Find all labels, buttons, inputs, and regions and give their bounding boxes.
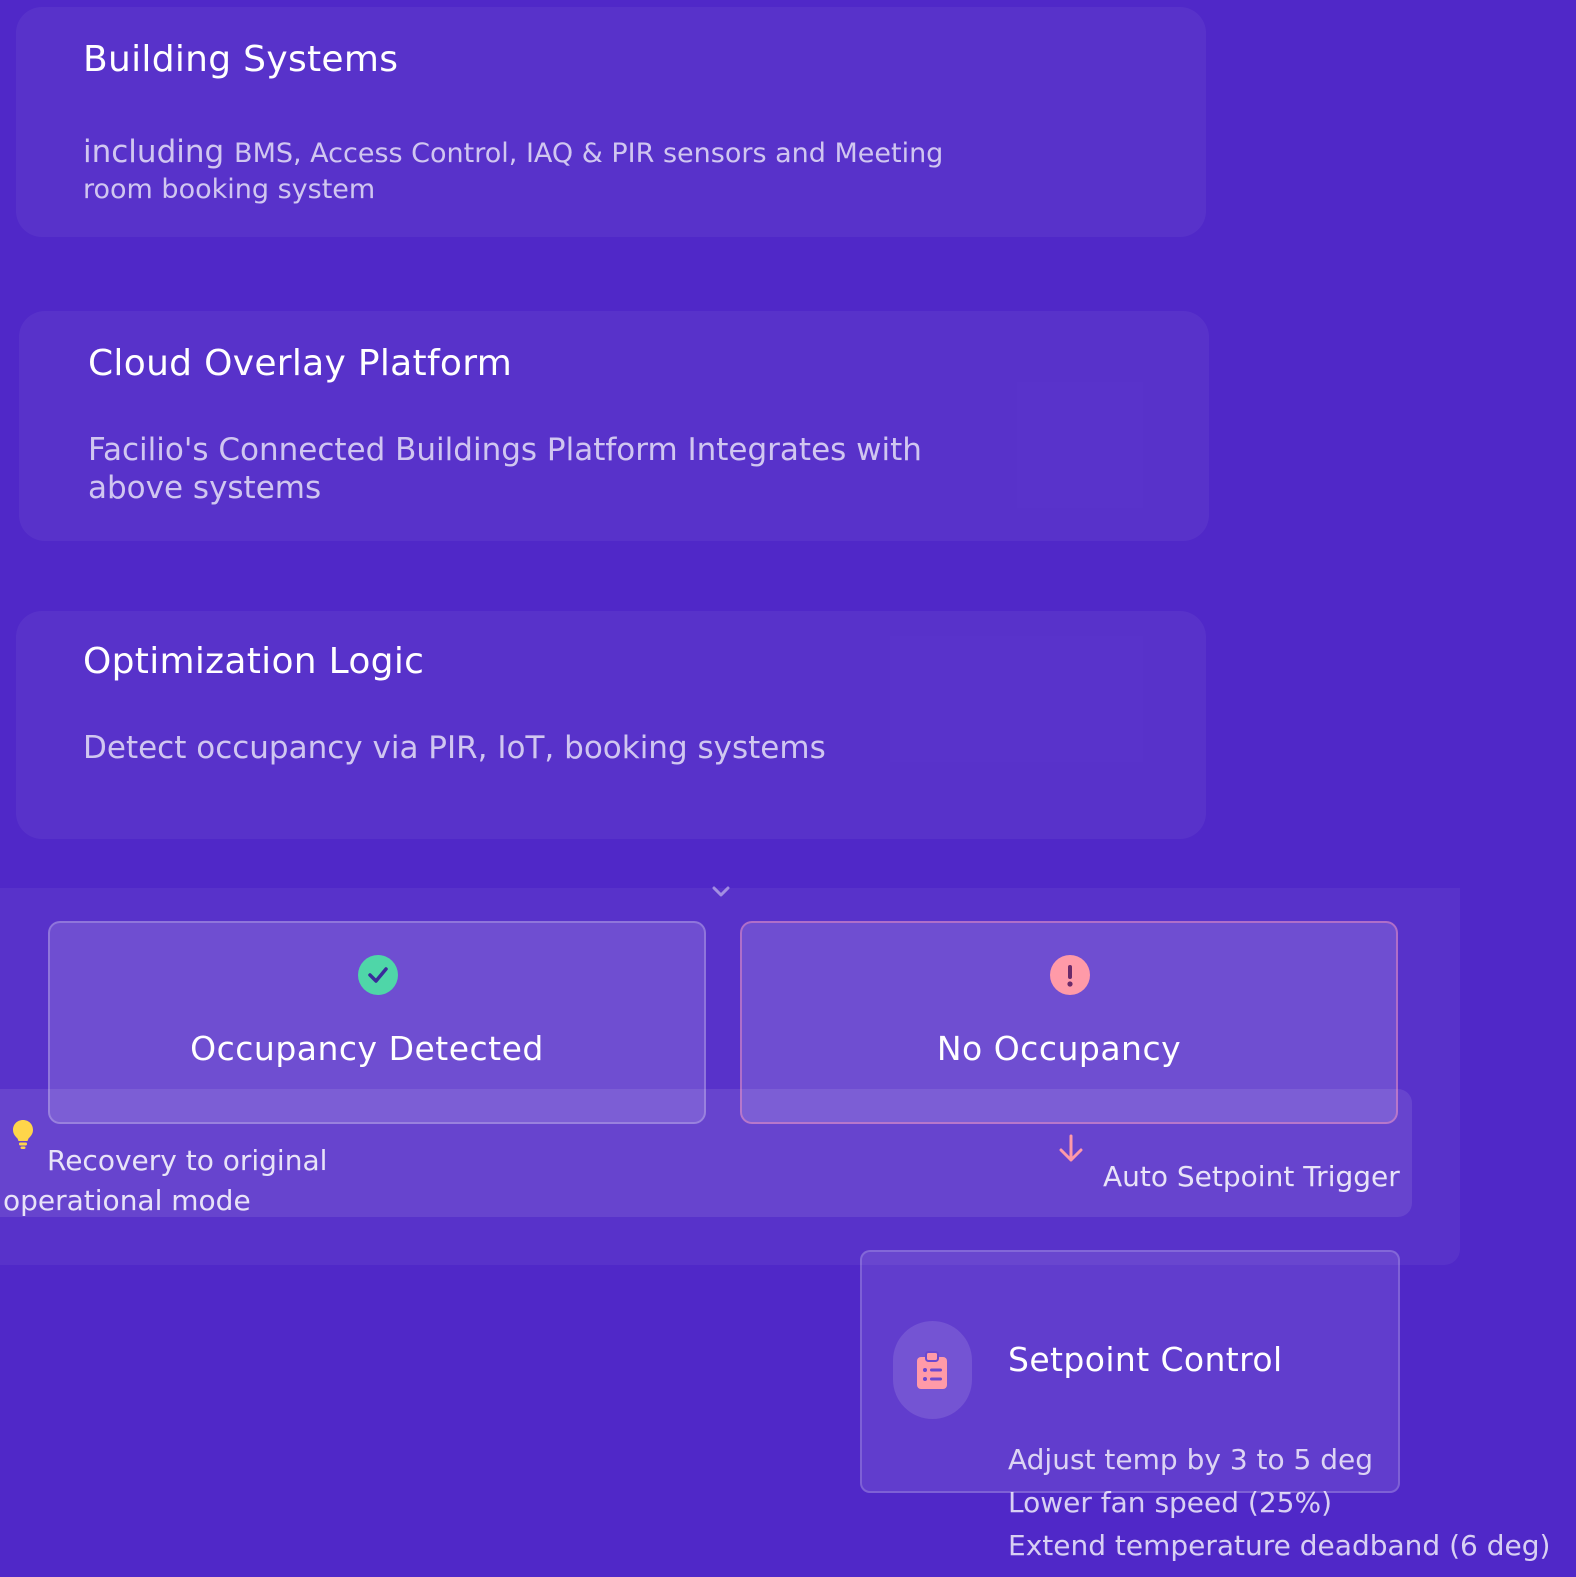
setpoint-action-item: Adjust temp by 3 to 5 deg bbox=[1008, 1443, 1374, 1476]
building-systems-title: Building Systems bbox=[83, 39, 399, 80]
cloud-overlay-card: Cloud Overlay Platform Facilio's Connect… bbox=[19, 311, 1209, 541]
no-occupancy-box: No Occupancy bbox=[740, 921, 1398, 1124]
cloud-overlay-desc: Facilio's Connected Buildings Platform I… bbox=[88, 432, 922, 506]
chevron-down-icon bbox=[712, 886, 730, 897]
optimization-logic-desc: Detect occupancy via PIR, IoT, booking s… bbox=[83, 730, 826, 766]
building-systems-desc: including BMS, Access Control, IAQ & PIR… bbox=[83, 135, 983, 207]
recovery-text: Recovery to original operational mode bbox=[3, 1144, 328, 1217]
setpoint-action-item: Lower fan speed (25%) bbox=[1008, 1486, 1333, 1519]
setpoint-control-title: Setpoint Control bbox=[1008, 1340, 1283, 1379]
arrow-down-icon bbox=[1059, 1134, 1083, 1162]
no-occupancy-label: No Occupancy bbox=[936, 1029, 1182, 1068]
check-circle-icon bbox=[358, 955, 398, 995]
building-systems-card: Building Systems including BMS, Access C… bbox=[16, 7, 1206, 237]
occupancy-detected-box: Occupancy Detected bbox=[48, 921, 706, 1124]
setpoint-actions-list: Adjust temp by 3 to 5 deg Lower fan spee… bbox=[1008, 1438, 1550, 1567]
building-systems-desc-lead: including bbox=[83, 134, 225, 170]
optimization-logic-title: Optimization Logic bbox=[83, 641, 425, 682]
clipboard-list-icon bbox=[917, 1351, 947, 1389]
occupancy-detected-label: Occupancy Detected bbox=[190, 1029, 544, 1068]
exclamation-circle-icon bbox=[1050, 955, 1090, 995]
setpoint-icon-badge bbox=[893, 1321, 972, 1419]
setpoint-action-item: Extend temperature deadband (6 deg) bbox=[1008, 1529, 1551, 1562]
cloud-overlay-title: Cloud Overlay Platform bbox=[88, 343, 513, 384]
optimization-logic-card: Optimization Logic Detect occupancy via … bbox=[16, 611, 1206, 839]
auto-setpoint-trigger-label: Auto Setpoint Trigger bbox=[1103, 1160, 1400, 1193]
